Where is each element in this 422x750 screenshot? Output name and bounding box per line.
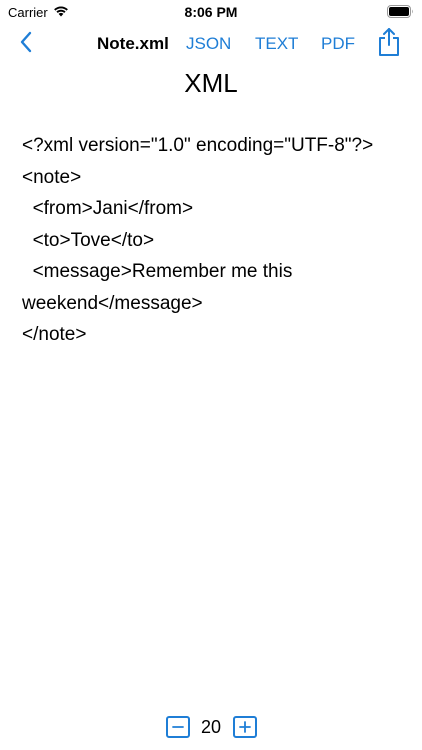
font-size-stepper: 20: [0, 716, 422, 740]
json-link[interactable]: JSON: [186, 34, 231, 54]
screen: Carrier 8:06 PM Note.xml JSON TEXT PDF X…: [0, 0, 422, 750]
status-time: 8:06 PM: [184, 4, 238, 20]
minus-icon: [172, 718, 184, 736]
decrease-font-button[interactable]: [166, 716, 190, 738]
share-button[interactable]: [374, 27, 404, 61]
increase-font-button[interactable]: [233, 716, 257, 738]
back-button[interactable]: [12, 30, 40, 58]
pdf-link[interactable]: PDF: [321, 34, 355, 54]
format-heading: XML: [184, 68, 238, 98]
document-content: <?xml version="1.0" encoding="UTF-8"?> <…: [22, 130, 408, 351]
content-line: <message>Remember me this weekend</messa…: [22, 261, 298, 314]
content-line: <?xml version="1.0" encoding="UTF-8"?>: [22, 135, 374, 156]
battery-icon: [387, 5, 414, 21]
navigation-bar: Note.xml JSON TEXT PDF: [0, 27, 422, 61]
status-bar: Carrier 8:06 PM: [0, 0, 422, 24]
text-link[interactable]: TEXT: [255, 34, 298, 54]
content-line: <note>: [22, 166, 82, 188]
chevron-left-icon: [19, 31, 33, 58]
content-line: <from>Jani</from>: [22, 198, 194, 219]
font-size-value: 20: [200, 717, 222, 737]
plus-icon: [239, 718, 251, 736]
document-title: Note.xml: [97, 34, 169, 53]
content-line: </note>: [22, 324, 87, 345]
content-line: <to>Tove</to>: [22, 229, 155, 251]
share-icon: [378, 27, 400, 61]
